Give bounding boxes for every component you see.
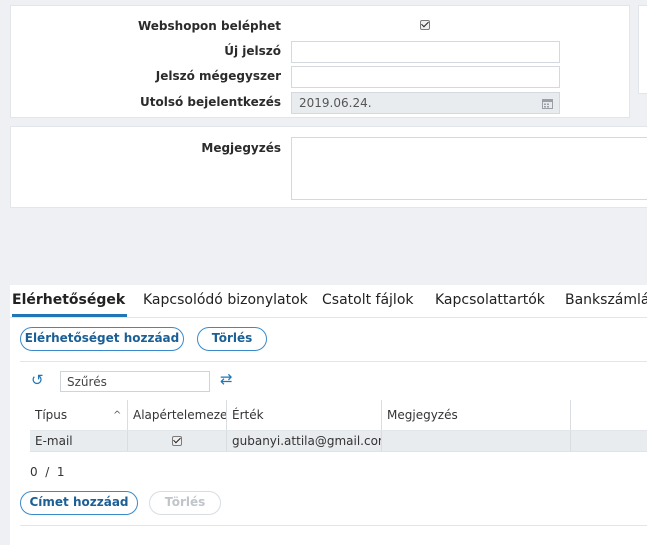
- table-row[interactable]: E-mail gubanyi.attila@gmail.com: [30, 431, 647, 452]
- sort-asc-icon: ^: [113, 410, 122, 421]
- tab-contact-persons[interactable]: Kapcsolattartók: [435, 292, 545, 308]
- new-password-label: Új jelszó: [224, 44, 281, 58]
- grid-divider: [20, 361, 647, 362]
- row-value-cell: gubanyi.attila@gmail.com: [232, 434, 381, 448]
- row-default-checkbox[interactable]: [172, 436, 182, 446]
- last-login-label: Utolsó bejelentkezés: [140, 95, 281, 109]
- refresh-icon[interactable]: ↺: [31, 373, 44, 388]
- tab-attached-files[interactable]: Csatolt fájlok: [322, 292, 414, 308]
- tab-bar: Elérhetőségek Kapcsolódó bizonylatok Csa…: [10, 285, 647, 318]
- delete-address-button[interactable]: Törlés: [149, 491, 221, 515]
- column-separator: [127, 431, 128, 451]
- table-header-row: Típus ^ Alapértelemezett Érték Megjegyzé…: [30, 400, 647, 431]
- contacts-table: Típus ^ Alapértelemezett Érték Megjegyzé…: [30, 400, 647, 452]
- tab-related-documents[interactable]: Kapcsolódó bizonylatok: [143, 292, 308, 308]
- webshop-access-label: Webshopon beléphet: [137, 19, 281, 33]
- side-card: [638, 5, 647, 94]
- add-address-button[interactable]: Címet hozzáad: [20, 491, 138, 515]
- column-header-default[interactable]: Alapértelemezett: [128, 400, 226, 430]
- filter-input[interactable]: Szűrés: [60, 371, 210, 392]
- last-login-field: 2019.06.24.: [291, 92, 560, 114]
- bottom-divider: [20, 525, 647, 526]
- new-password-field[interactable]: [291, 41, 560, 63]
- column-header-type-label: Típus: [35, 408, 68, 422]
- note-card: Megjegyzés: [10, 126, 647, 208]
- last-login-value: 2019.06.24.: [299, 96, 372, 110]
- tab-contacts[interactable]: Elérhetőségek: [12, 292, 125, 308]
- confirm-password-field[interactable]: [291, 66, 560, 88]
- column-header-note[interactable]: Megjegyzés: [382, 400, 570, 430]
- swap-icon[interactable]: ⇄: [220, 372, 233, 387]
- column-header-type[interactable]: Típus ^: [30, 400, 127, 430]
- column-separator: [570, 400, 571, 430]
- active-tab-indicator: [12, 314, 127, 317]
- user-login-card: Webshopon beléphet Új jelszó Jelszó mége…: [10, 5, 630, 118]
- note-textarea[interactable]: [291, 137, 647, 200]
- column-header-value[interactable]: Érték: [227, 400, 381, 430]
- webshop-access-checkbox[interactable]: [420, 20, 430, 30]
- add-contact-button[interactable]: Elérhetőséget hozzáad: [20, 327, 184, 351]
- row-note-cell: [382, 431, 570, 451]
- tabs-panel: Elérhetőségek Kapcsolódó bizonylatok Csa…: [10, 285, 647, 545]
- row-type-cell: E-mail: [35, 434, 73, 448]
- column-separator: [570, 431, 571, 451]
- pager-text: 0 / 1: [30, 465, 65, 479]
- delete-contact-button[interactable]: Törlés: [197, 327, 267, 351]
- tab-bank-accounts[interactable]: Bankszámlák: [565, 292, 647, 308]
- calendar-icon: [542, 99, 553, 109]
- note-label: Megjegyzés: [201, 141, 281, 155]
- confirm-password-label: Jelszó mégegyszer: [155, 69, 281, 83]
